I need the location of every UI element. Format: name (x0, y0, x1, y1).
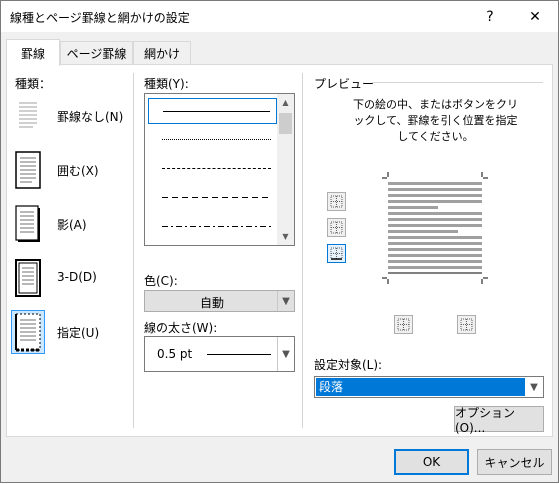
top-border-button[interactable] (327, 192, 346, 211)
ok-button-label: OK (422, 455, 441, 469)
setting-none[interactable]: 罫線なし(N) (11, 94, 129, 140)
solid-line (163, 111, 270, 112)
dash-dot-line (162, 226, 271, 227)
preview-heading-rule (373, 82, 543, 83)
bottom-border-button[interactable] (327, 244, 346, 263)
setting-label: 影(A) (57, 218, 87, 232)
inside-border-button[interactable] (327, 218, 346, 237)
line-style-list[interactable]: ▲ ▼ (144, 93, 295, 246)
color-label: 色(C): (144, 274, 178, 288)
setting-label: 罫線なし(N) (57, 110, 124, 124)
style-heading: 種類(Y): (144, 77, 189, 91)
scroll-up-icon[interactable]: ▲ (277, 94, 294, 111)
line-style-option-dash[interactable] (148, 185, 277, 211)
shadow-border-icon (11, 202, 45, 246)
options-button-label: オプション(O)... (455, 405, 516, 435)
inside-border-icon (330, 221, 343, 234)
apply-to-value: 段落 (316, 378, 525, 396)
divider (133, 73, 134, 428)
setting-label: 3-D(D) (57, 270, 97, 284)
custom-border-icon (11, 310, 45, 354)
scroll-thumb[interactable] (279, 113, 292, 134)
3d-border-icon (11, 256, 45, 300)
scroll-down-icon[interactable]: ▼ (277, 228, 294, 245)
setting-label: 囲む(X) (57, 164, 99, 178)
line-style-option-dash-dot[interactable] (148, 214, 277, 240)
line-style-option-dotted[interactable] (148, 127, 277, 153)
chevron-down-icon: ▼ (277, 337, 294, 371)
width-value: 0.5 pt (157, 347, 193, 361)
right-border-button[interactable] (457, 315, 476, 334)
preview-heading: プレビュー (314, 77, 375, 91)
width-label: 線の太さ(W): (144, 321, 218, 335)
chevron-down-icon: ▼ (530, 381, 538, 393)
no-border-icon (11, 94, 45, 138)
dash-line (162, 197, 271, 198)
setting-heading: 種類： (15, 77, 52, 91)
box-border-icon (11, 148, 45, 192)
chevron-down-icon: ▼ (277, 291, 294, 311)
color-value: 自動 (200, 296, 225, 310)
left-border-button[interactable] (394, 315, 413, 334)
right-border-icon (460, 318, 473, 331)
cancel-button[interactable]: キャンセル (477, 449, 552, 475)
width-sample-line (207, 354, 271, 355)
setting-custom[interactable]: 指定(U) (11, 310, 129, 356)
line-style-option-small-dash[interactable] (148, 156, 277, 182)
divider (302, 73, 303, 428)
setting-label: 指定(U) (57, 326, 100, 340)
ok-button[interactable]: OK (394, 449, 469, 475)
preview-instructions: 下の絵の中、またはボタンをクリックして、罫線を引く位置を指定してください。 (353, 98, 518, 143)
setting-3d[interactable]: 3-D(D) (11, 256, 129, 302)
bottom-border-icon (330, 247, 343, 260)
dotted-line (162, 139, 271, 140)
small-dash-line (162, 168, 271, 169)
color-dropdown[interactable]: 自動 ▼ (144, 290, 295, 312)
width-dropdown[interactable]: 0.5 pt ▼ (144, 336, 295, 372)
top-border-icon (330, 195, 343, 208)
preview-page[interactable] (382, 172, 488, 284)
cancel-button-label: キャンセル (484, 455, 545, 470)
setting-shadow[interactable]: 影(A) (11, 202, 129, 248)
style-list-scrollbar[interactable]: ▲ ▼ (277, 94, 294, 245)
panel-content: 種類： 罫線なし(N) 囲む(X) 影(A) 3-D(D) 指定(U) 種類(Y… (1, 1, 559, 484)
line-style-option-solid[interactable] (148, 98, 277, 124)
apply-to-dropdown[interactable]: 段落 ▼ (314, 376, 544, 398)
left-border-icon (397, 318, 410, 331)
options-button[interactable]: オプション(O)... (454, 405, 544, 435)
borders-and-shading-dialog: 線種とページ罫線と網かけの設定 ? ✕ 罫線 ページ罫線 網かけ 種類： 罫線な… (0, 0, 559, 483)
setting-box[interactable]: 囲む(X) (11, 148, 129, 194)
apply-to-label: 設定対象(L): (314, 358, 383, 372)
